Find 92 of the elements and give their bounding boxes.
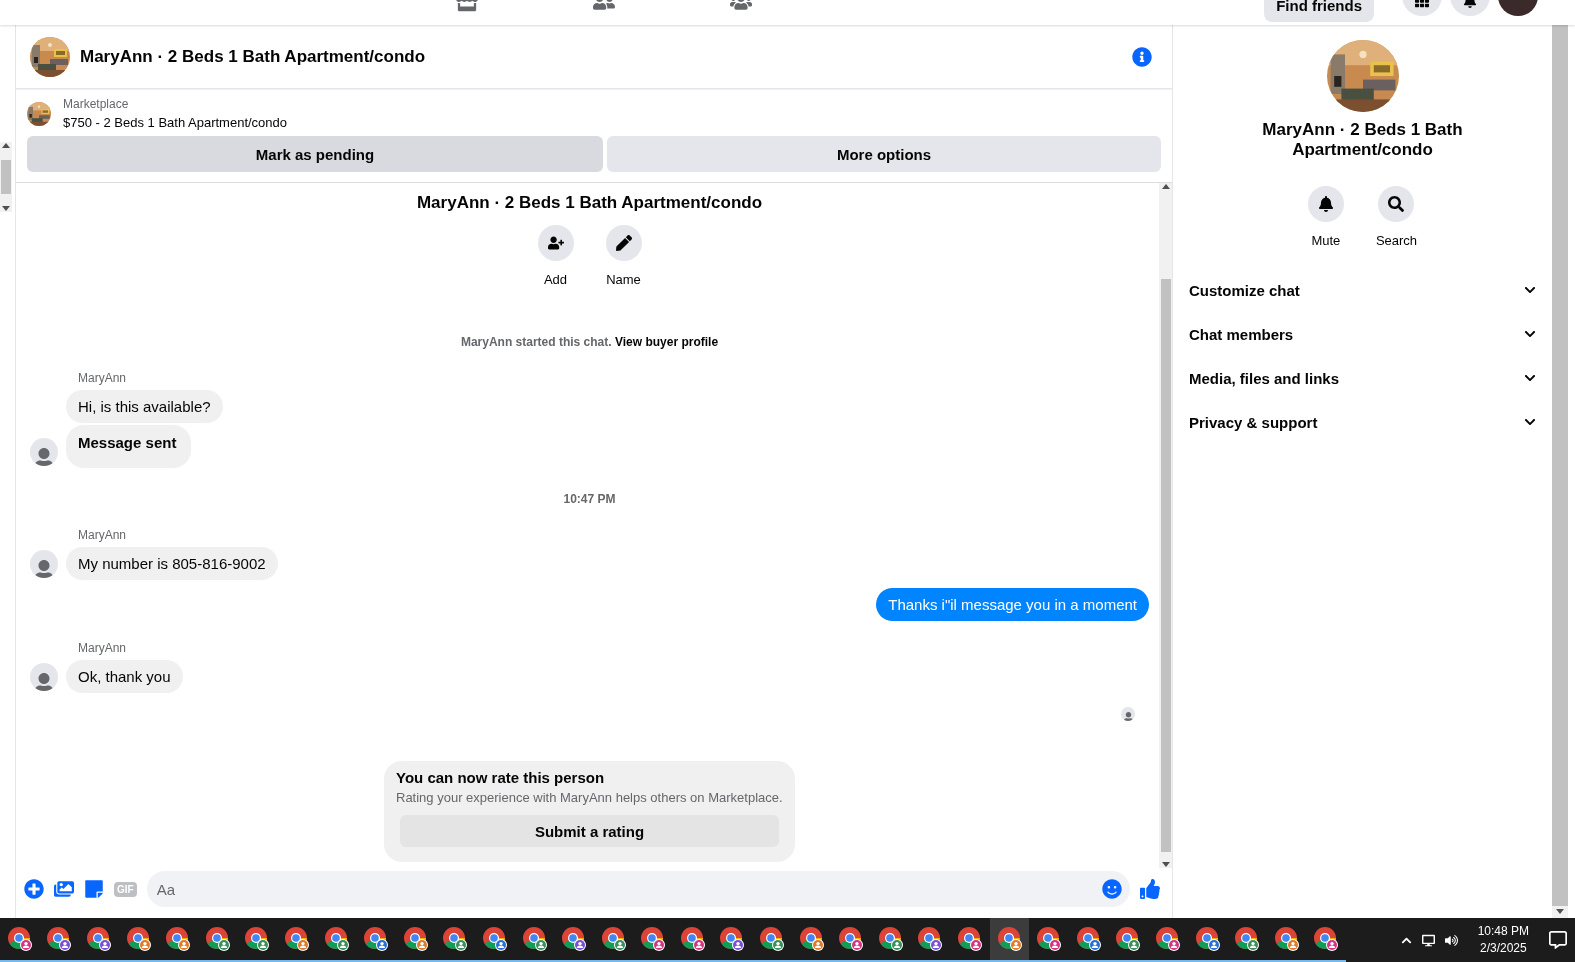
browser-profile-icon	[1313, 926, 1340, 952]
message-time: 10:47 PM	[562, 492, 617, 506]
browser-profile-icon	[1194, 926, 1221, 952]
browser-profile-icon	[838, 926, 865, 952]
section-toggle[interactable]: Media, files and links	[1189, 356, 1536, 400]
find-friends-button[interactable]: Find friends	[1264, 0, 1374, 22]
search-icon	[1378, 186, 1415, 222]
info-icon[interactable]	[1132, 46, 1152, 67]
scrollbar[interactable]	[1159, 183, 1172, 868]
browser-profile-icon	[917, 926, 944, 952]
browser-profile-icon	[877, 926, 904, 952]
browser-profile-icon	[6, 926, 33, 952]
browser-profile-icon	[46, 926, 73, 952]
listing-action-button[interactable]: Mark as pending	[27, 136, 603, 172]
browser-profile-icon	[1115, 926, 1142, 952]
message-bubble: Hi, is this available?	[66, 390, 223, 423]
browser-profile-icon	[1075, 926, 1102, 952]
scroll-down-arrow-icon[interactable]	[1556, 909, 1564, 915]
message-bubble: Thanks i"il message you in a moment	[876, 588, 1149, 621]
browser-profile-icon	[204, 926, 231, 952]
browser-profile-icon	[1273, 926, 1300, 952]
browser-profile-icon	[323, 926, 350, 952]
message-field[interactable]: Aa	[146, 871, 1130, 907]
scrollbar[interactable]	[1552, 25, 1568, 918]
rating-text: Rating your experience with MaryAnn helps others on Marketplace.	[396, 790, 783, 805]
conversation-title: MaryAnn · 2 Beds 1 Bath Apartment/condo	[80, 46, 427, 67]
sender-name: MaryAnn	[78, 371, 127, 385]
browser-profile-icon	[957, 926, 984, 952]
scroll-up-arrow-icon[interactable]	[1161, 183, 1170, 189]
browser-profile-icon	[640, 926, 667, 952]
sender-name: MaryAnn	[78, 641, 127, 655]
scroll-down-arrow-icon[interactable]	[2, 206, 10, 212]
section-toggle[interactable]: Customize chat	[1189, 268, 1536, 312]
pencil-icon	[605, 225, 642, 261]
plus-icon[interactable]	[24, 879, 44, 899]
buyer-profile-link[interactable]: View buyer profile	[614, 335, 719, 349]
user-avatar-icon	[30, 550, 58, 578]
browser-profile-icon	[798, 926, 825, 952]
submit-rating-button[interactable]: Submit a rating	[400, 815, 779, 847]
chat-action-button[interactable]: Mute	[1307, 186, 1344, 248]
bell-icon	[1307, 186, 1344, 222]
taskbar-app[interactable]	[989, 918, 1030, 962]
browser-profile-icon	[283, 926, 310, 952]
browser-profile-icon	[561, 926, 588, 952]
notification-icon[interactable]	[1549, 931, 1567, 949]
scrollbar[interactable]	[0, 142, 12, 212]
browser-profile-icon	[996, 926, 1023, 952]
chat-title: MaryAnn · 2 Beds 1 Bath Apartment/condo	[416, 193, 763, 213]
sticker-icon[interactable]	[84, 879, 104, 899]
browser-profile-icon	[1234, 926, 1261, 952]
browser-profile-icon	[679, 926, 706, 952]
chat-action-button[interactable]: Search	[1375, 186, 1418, 248]
browser-profile-icon	[1036, 926, 1063, 952]
seen-avatar-icon	[1121, 707, 1135, 721]
section-toggle[interactable]: Chat members	[1189, 312, 1536, 356]
message-bubble: Ok, thank you	[66, 660, 183, 693]
browser-profile-icon	[363, 926, 390, 952]
scroll-up-arrow-icon[interactable]	[2, 142, 10, 148]
user-avatar-icon	[30, 438, 58, 466]
browser-profile-icon	[165, 926, 192, 952]
rating-title: You can now rate this person	[396, 769, 606, 786]
listing-summary: $750 - 2 Beds 1 Bath Apartment/condo	[63, 115, 288, 130]
browser-profile-icon	[1155, 926, 1181, 952]
add-person-icon	[537, 225, 574, 261]
browser-profile-icon	[125, 926, 152, 952]
browser-profile-icon	[759, 926, 786, 952]
listing-action-button[interactable]: More options	[607, 136, 1161, 172]
sender-name: MaryAnn	[78, 528, 127, 542]
browser-profile-icon	[86, 926, 112, 952]
browser-profile-icon	[521, 926, 548, 952]
chat-action-button[interactable]: Name	[605, 225, 642, 287]
browser-profile-icon	[481, 926, 508, 952]
chat-notice: MaryAnn started this chat. View buyer profile	[459, 335, 720, 349]
chat-title: MaryAnn · 2 Beds 1 Bath Apartment/condo	[1261, 120, 1464, 160]
user-avatar-icon	[30, 663, 58, 691]
message-bubble: My number is 805-816-9002	[66, 547, 278, 580]
emoji-icon[interactable]	[1102, 879, 1122, 899]
browser-profile-icon	[719, 926, 746, 952]
chat-action-button[interactable]: Add	[537, 225, 574, 287]
browser-profile-icon	[244, 926, 271, 952]
section-toggle[interactable]: Privacy & support	[1189, 400, 1536, 444]
clock[interactable]: 10:48 PM 2/3/2025	[1477, 923, 1529, 957]
browser-profile-icon	[442, 926, 469, 952]
browser-profile-icon	[402, 926, 429, 952]
message-bubble: Message sent	[66, 425, 192, 468]
browser-profile-icon	[600, 926, 627, 952]
network-icon[interactable]	[1421, 933, 1435, 947]
scroll-down-arrow-icon[interactable]	[1161, 862, 1170, 868]
volume-icon[interactable]	[1444, 933, 1458, 947]
image-icon[interactable]	[54, 879, 74, 899]
listing-source: Marketplace	[63, 97, 130, 111]
thumbs-up-icon[interactable]	[1140, 879, 1160, 899]
